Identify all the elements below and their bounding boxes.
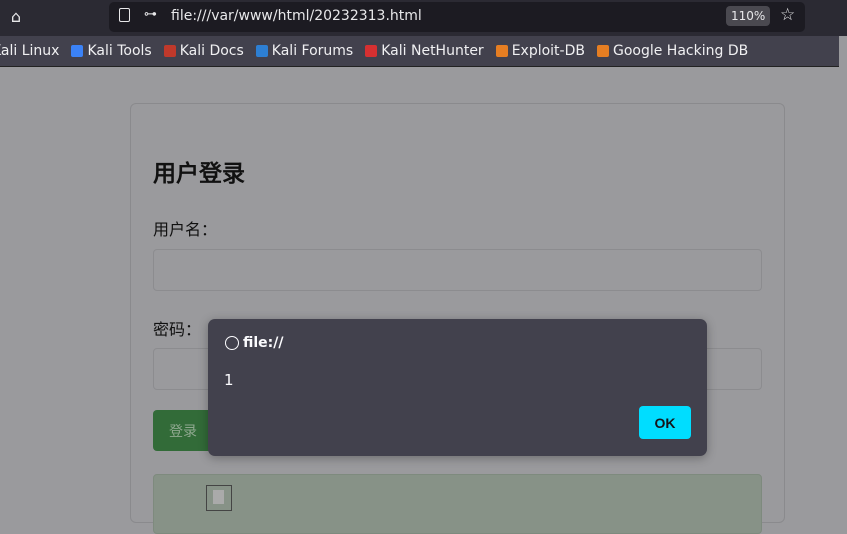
bookmark-favicon-icon — [365, 45, 378, 57]
login-card: 用户登录 用户名： 密码： 登录 — [130, 103, 785, 534]
bookmark-item[interactable]: Kali Tools — [71, 43, 152, 59]
browser-toolbar: ⌂ ⊶ file:///var/www/html/20232313.html 1… — [0, 0, 847, 36]
alert-dialog: file:// 1 OK — [208, 319, 707, 456]
globe-icon — [225, 336, 239, 350]
bookmark-item[interactable]: Exploit-DB — [495, 43, 585, 59]
page-title: 用户登录 — [153, 161, 245, 187]
dialog-message: 1 — [224, 371, 234, 389]
password-label: 密码： — [153, 320, 202, 339]
bookmarks-bar: Kali Linux Kali Tools Kali Docs Kali Forums… — [0, 36, 839, 67]
bookmark-label: Kali NetHunter — [381, 43, 484, 59]
ok-button[interactable]: OK — [639, 406, 691, 439]
home-icon[interactable]: ⌂ — [6, 7, 26, 27]
bookmark-label: Kali Docs — [179, 43, 244, 59]
dialog-origin: file:// — [243, 335, 284, 351]
username-input[interactable] — [153, 249, 762, 291]
page-icon — [119, 8, 130, 22]
zoom-level[interactable]: 110% — [726, 6, 771, 26]
username-label: 用户名： — [153, 220, 218, 239]
bookmark-item[interactable]: Kali Docs — [163, 43, 244, 59]
bookmark-item[interactable]: Google Hacking DB — [596, 43, 749, 59]
bookmark-label: Kali Forums — [271, 43, 354, 59]
broken-image-icon — [206, 485, 232, 511]
key-icon[interactable]: ⊶ — [144, 7, 157, 22]
bookmark-label: Kali Tools — [87, 43, 152, 59]
address-bar[interactable]: ⊶ file:///var/www/html/20232313.html 110… — [109, 2, 805, 32]
bookmark-item[interactable]: Kali NetHunter — [365, 43, 484, 59]
url-text[interactable]: file:///var/www/html/20232313.html — [171, 8, 422, 24]
star-icon[interactable]: ☆ — [780, 5, 795, 25]
bookmark-favicon-icon — [71, 45, 84, 57]
bookmark-favicon-icon — [255, 45, 268, 57]
bookmark-favicon-icon — [596, 45, 609, 57]
bookmark-favicon-icon — [495, 45, 508, 57]
bookmark-label: Exploit-DB — [511, 43, 585, 59]
result-box — [153, 474, 762, 534]
bookmark-item[interactable]: Kali Forums — [255, 43, 354, 59]
dialog-title: file:// — [225, 335, 284, 351]
login-button[interactable]: 登录 — [153, 410, 213, 451]
bookmark-label: Google Hacking DB — [612, 43, 749, 59]
bookmark-label: Kali Linux — [0, 43, 60, 59]
bookmark-item[interactable]: Kali Linux — [0, 43, 59, 59]
bookmark-favicon-icon — [163, 45, 176, 57]
